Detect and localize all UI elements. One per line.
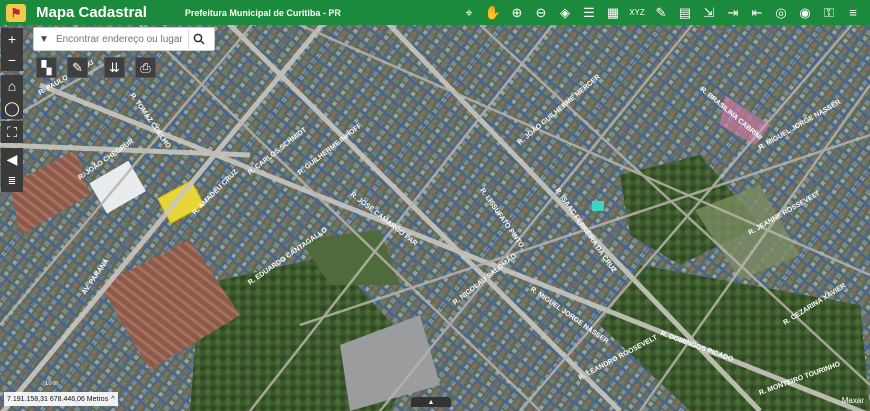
chevron-up-icon[interactable]: ^ [111,396,114,403]
locate-button[interactable]: ◯ [1,97,23,119]
coordinate-readout: 7.191.158,31 678.446,06 Metros ^ [4,392,118,406]
print-button[interactable]: ⎙ [135,57,156,78]
target-icon[interactable]: ◎ [770,2,792,23]
zoom-in-button[interactable]: + [1,28,23,50]
locate-icon: ◯ [4,99,20,116]
graduation-cap-icon[interactable]: ✎ [650,2,672,23]
ruler-icon: ⇊ [109,59,120,75]
plus-icon: + [7,31,17,47]
list-icon[interactable]: ☰ [578,2,600,23]
app-header: ⚑ Mapa Cadastral Prefeitura Municipal de… [0,0,870,25]
clipboard-icon[interactable]: ▤ [674,2,696,23]
layers-icon[interactable]: ◈ [554,2,576,23]
app-subtitle: Prefeitura Municipal de Curitiba - PR [184,7,341,18]
search-button[interactable] [188,29,209,49]
zoom-in-icon[interactable]: ⊕ [506,2,528,23]
fullscreen-icon: ⛶ [7,123,17,140]
home-button[interactable]: ⌂ [1,75,23,97]
logout-icon[interactable]: ⇤ [746,2,768,23]
app-title: Mapa Cadastral [36,4,147,21]
ssl-icon[interactable]: ⚿ [818,2,840,23]
caret-up-icon: ▲ [427,398,435,406]
pan-hand-icon[interactable]: ✋ [482,2,504,23]
minus-icon: − [7,52,17,68]
menu-icon[interactable]: ≡ [842,2,864,23]
select-tool-button[interactable]: ▚ [36,57,57,78]
login-icon[interactable]: ⇥ [722,2,744,23]
globe-icon[interactable]: ◉ [794,2,816,23]
measure-tool-button[interactable]: ⇊ [104,57,125,78]
search-input[interactable] [54,30,188,48]
grid-icon[interactable]: ▦ [602,2,624,23]
zoom-out-button[interactable]: − [1,49,23,71]
draw-tool-button[interactable]: ✎ [67,57,88,78]
map-canvas[interactable]: R. PAULO GORSKI R. JOÃO CHEGRUR R. TOMAZ… [0,25,870,411]
print-icon: ⎙ [140,59,151,75]
layer-toggle-button[interactable]: ≣ [1,170,23,192]
coordinates-text: 7.191.158,31 678.446,06 Metros [7,395,109,403]
address-search: ▼ [33,27,215,51]
home-icon: ⌂ [7,78,17,94]
chevron-down-icon[interactable]: ▼ [34,34,54,45]
scale-bar: 10 m [45,381,59,387]
arrow-left-icon: ◀ [6,150,18,167]
pin-list-icon[interactable]: ⌖ [458,2,480,23]
toolbar: ⌖ ✋ ⊕ ⊖ ◈ ☰ ▦ XYZ ✎ ▤ ⇲ ⇥ ⇤ ◎ ◉ ⚿ ≡ [458,2,864,23]
map-attribution: Maxar [841,396,864,405]
zoom-out-icon[interactable]: ⊖ [530,2,552,23]
pencil-icon: ✎ [72,59,83,75]
search-icon [193,33,205,45]
satellite-map: R. PAULO GORSKI R. JOÃO CHEGRUR R. TOMAZ… [0,25,870,411]
back-button[interactable]: ◀ [1,148,23,170]
bottom-panel-handle[interactable]: ▲ [411,397,451,407]
layers-small-icon: ≣ [7,175,17,187]
city-logo-icon: ⚑ [6,3,26,22]
fullscreen-button[interactable]: ⛶ [1,121,23,143]
export-icon[interactable]: ⇲ [698,2,720,23]
xyz-icon[interactable]: XYZ [626,2,648,23]
selection-icon: ▚ [41,59,52,75]
